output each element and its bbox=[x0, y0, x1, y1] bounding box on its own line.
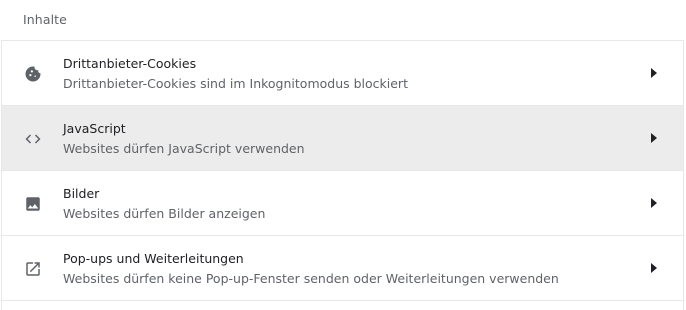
section-title: Inhalte bbox=[23, 12, 67, 27]
cookie-icon bbox=[23, 64, 43, 84]
image-icon bbox=[23, 194, 43, 214]
open-in-new-icon bbox=[23, 259, 43, 279]
list-item-title: Drittanbieter-Cookies bbox=[63, 56, 197, 71]
list-item-javascript[interactable]: JavaScript Websites dürfen JavaScript ve… bbox=[2, 106, 683, 171]
list-item-images[interactable]: Bilder Websites dürfen Bilder anzeigen bbox=[2, 171, 683, 236]
list-item-subtitle: Drittanbieter-Cookies sind im Inkognitom… bbox=[63, 76, 408, 91]
list-item-subtitle: Websites dürfen JavaScript verwenden bbox=[63, 141, 305, 156]
list-item-third-party-cookies[interactable]: Drittanbieter-Cookies Drittanbieter-Cook… bbox=[2, 41, 683, 106]
list-item-popups-redirects[interactable]: Pop-ups und Weiterleitungen Websites dür… bbox=[2, 236, 683, 301]
content-settings-page: Inhalte Drittanbieter-Cookies Drittanbie… bbox=[0, 0, 686, 310]
arrow-right-icon bbox=[649, 133, 659, 143]
list-item-title: Bilder bbox=[63, 186, 100, 201]
list-item-subtitle: Websites dürfen Bilder anzeigen bbox=[63, 206, 266, 221]
list-item-title: JavaScript bbox=[63, 121, 126, 136]
list-item-title: Pop-ups und Weiterleitungen bbox=[63, 251, 244, 266]
list-item-subtitle: Websites dürfen keine Pop-up-Fenster sen… bbox=[63, 271, 559, 286]
arrow-right-icon bbox=[649, 263, 659, 273]
arrow-right-icon bbox=[649, 68, 659, 78]
arrow-right-icon bbox=[649, 198, 659, 208]
code-icon bbox=[23, 129, 43, 149]
content-settings-list: Drittanbieter-Cookies Drittanbieter-Cook… bbox=[1, 40, 684, 310]
